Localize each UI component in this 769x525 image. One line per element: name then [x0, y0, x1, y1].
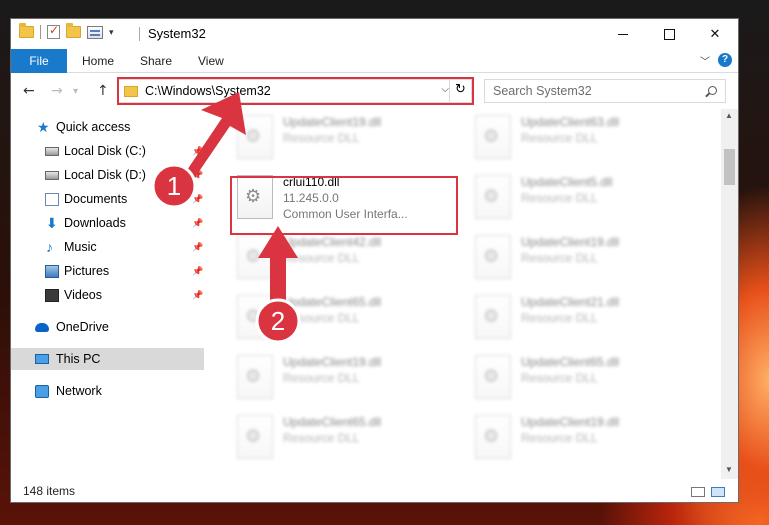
callout-number-1: 1: [167, 171, 181, 201]
callout-number-2: 2: [271, 306, 285, 336]
callout-1: 1: [151, 92, 246, 209]
callout-2: 2: [255, 226, 301, 344]
callout-overlay: 1 2: [151, 92, 301, 344]
